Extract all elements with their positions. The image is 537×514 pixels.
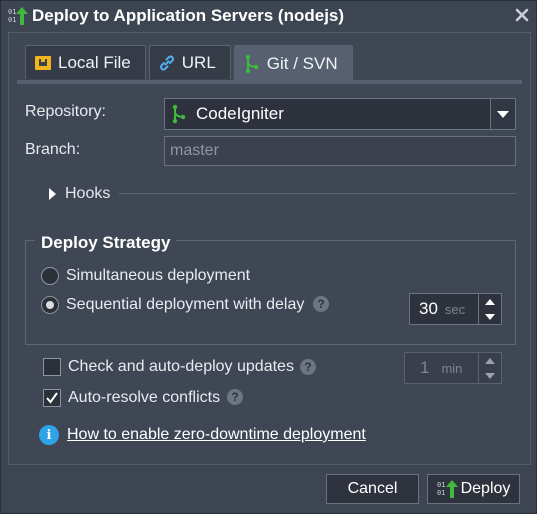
- branch-input[interactable]: master: [164, 136, 516, 166]
- hooks-toggle[interactable]: Hooks: [25, 183, 516, 205]
- deploy-icon: 01 01: [437, 480, 458, 498]
- link-icon: [159, 55, 174, 70]
- git-icon: [245, 54, 258, 73]
- chevron-down-icon: [497, 111, 509, 118]
- delay-stepper[interactable]: 30 sec: [409, 293, 502, 325]
- hooks-divider: [119, 193, 516, 194]
- decrement-button[interactable]: [479, 309, 501, 324]
- tab-label: Git / SVN: [266, 53, 338, 73]
- tab-git-svn[interactable]: Git / SVN: [233, 45, 353, 81]
- increment-button[interactable]: [479, 353, 501, 368]
- deploy-strategy-legend: Deploy Strategy: [35, 233, 177, 253]
- close-icon[interactable]: [512, 5, 532, 25]
- source-tabs: Local File URL Git / SVN: [25, 45, 356, 81]
- hooks-label: Hooks: [65, 185, 111, 202]
- branch-label: Branch:: [25, 141, 81, 158]
- interval-value[interactable]: 1: [420, 358, 429, 378]
- archive-icon: [35, 55, 51, 70]
- caret-right-icon: [49, 188, 56, 200]
- git-icon: [172, 104, 186, 124]
- zero-downtime-link[interactable]: How to enable zero-downtime deployment: [67, 426, 366, 444]
- help-icon[interactable]: ?: [313, 296, 329, 312]
- info-icon: i: [39, 425, 59, 445]
- deploy-dialog: 01 01 Deploy to Application Servers (nod…: [0, 0, 537, 514]
- sequential-radio[interactable]: [41, 296, 59, 314]
- tab-local-file[interactable]: Local File: [25, 45, 146, 79]
- delay-unit: sec: [444, 301, 466, 317]
- deploy-panel: Local File URL Git / SVN Repository: Cod…: [8, 32, 531, 465]
- repository-label: Repository:: [25, 103, 106, 120]
- chevron-up-icon: [485, 298, 495, 305]
- svg-text:01: 01: [8, 16, 16, 24]
- delay-value[interactable]: 30: [419, 299, 438, 319]
- deploy-button[interactable]: 01 01 Deploy: [427, 474, 520, 504]
- sequential-label[interactable]: Sequential deployment with delay: [66, 296, 304, 314]
- checkmark-icon: [46, 392, 58, 404]
- interval-spin-buttons: [478, 353, 501, 383]
- auto-deploy-checkbox[interactable]: [43, 358, 61, 376]
- tab-url[interactable]: URL: [148, 45, 231, 79]
- decrement-button[interactable]: [479, 368, 501, 383]
- auto-deploy-label[interactable]: Check and auto-deploy updates: [68, 358, 294, 376]
- auto-resolve-label[interactable]: Auto-resolve conflicts: [68, 389, 220, 407]
- auto-resolve-checkbox[interactable]: [43, 389, 61, 407]
- tab-label: Local File: [58, 52, 131, 72]
- simultaneous-radio[interactable]: [41, 267, 59, 285]
- increment-button[interactable]: [479, 294, 501, 309]
- chevron-up-icon: [485, 357, 495, 364]
- repository-select[interactable]: CodeIgniter: [164, 98, 516, 130]
- simultaneous-label[interactable]: Simultaneous deployment: [66, 267, 250, 285]
- deploy-icon: 01 01: [8, 7, 28, 25]
- repository-value: CodeIgniter: [196, 104, 284, 123]
- cancel-button[interactable]: Cancel: [326, 474, 419, 504]
- chevron-down-icon: [485, 372, 495, 379]
- help-icon[interactable]: ?: [300, 359, 316, 375]
- deploy-label: Deploy: [460, 480, 511, 497]
- delay-spin-buttons: [478, 294, 501, 324]
- interval-unit: min: [441, 360, 463, 376]
- dialog-title: Deploy to Application Servers (nodejs): [32, 6, 345, 25]
- svg-text:01: 01: [437, 489, 445, 497]
- help-icon[interactable]: ?: [227, 389, 243, 405]
- interval-stepper[interactable]: 1 min: [404, 352, 502, 384]
- chevron-down-icon: [485, 313, 495, 320]
- svg-text:01: 01: [437, 481, 445, 489]
- svg-text:01: 01: [8, 8, 16, 16]
- tab-label: URL: [181, 52, 216, 72]
- cancel-label: Cancel: [347, 480, 398, 497]
- dropdown-toggle[interactable]: [490, 99, 515, 129]
- tab-strip: [17, 80, 522, 84]
- title-bar[interactable]: 01 01 Deploy to Application Servers (nod…: [1, 1, 537, 31]
